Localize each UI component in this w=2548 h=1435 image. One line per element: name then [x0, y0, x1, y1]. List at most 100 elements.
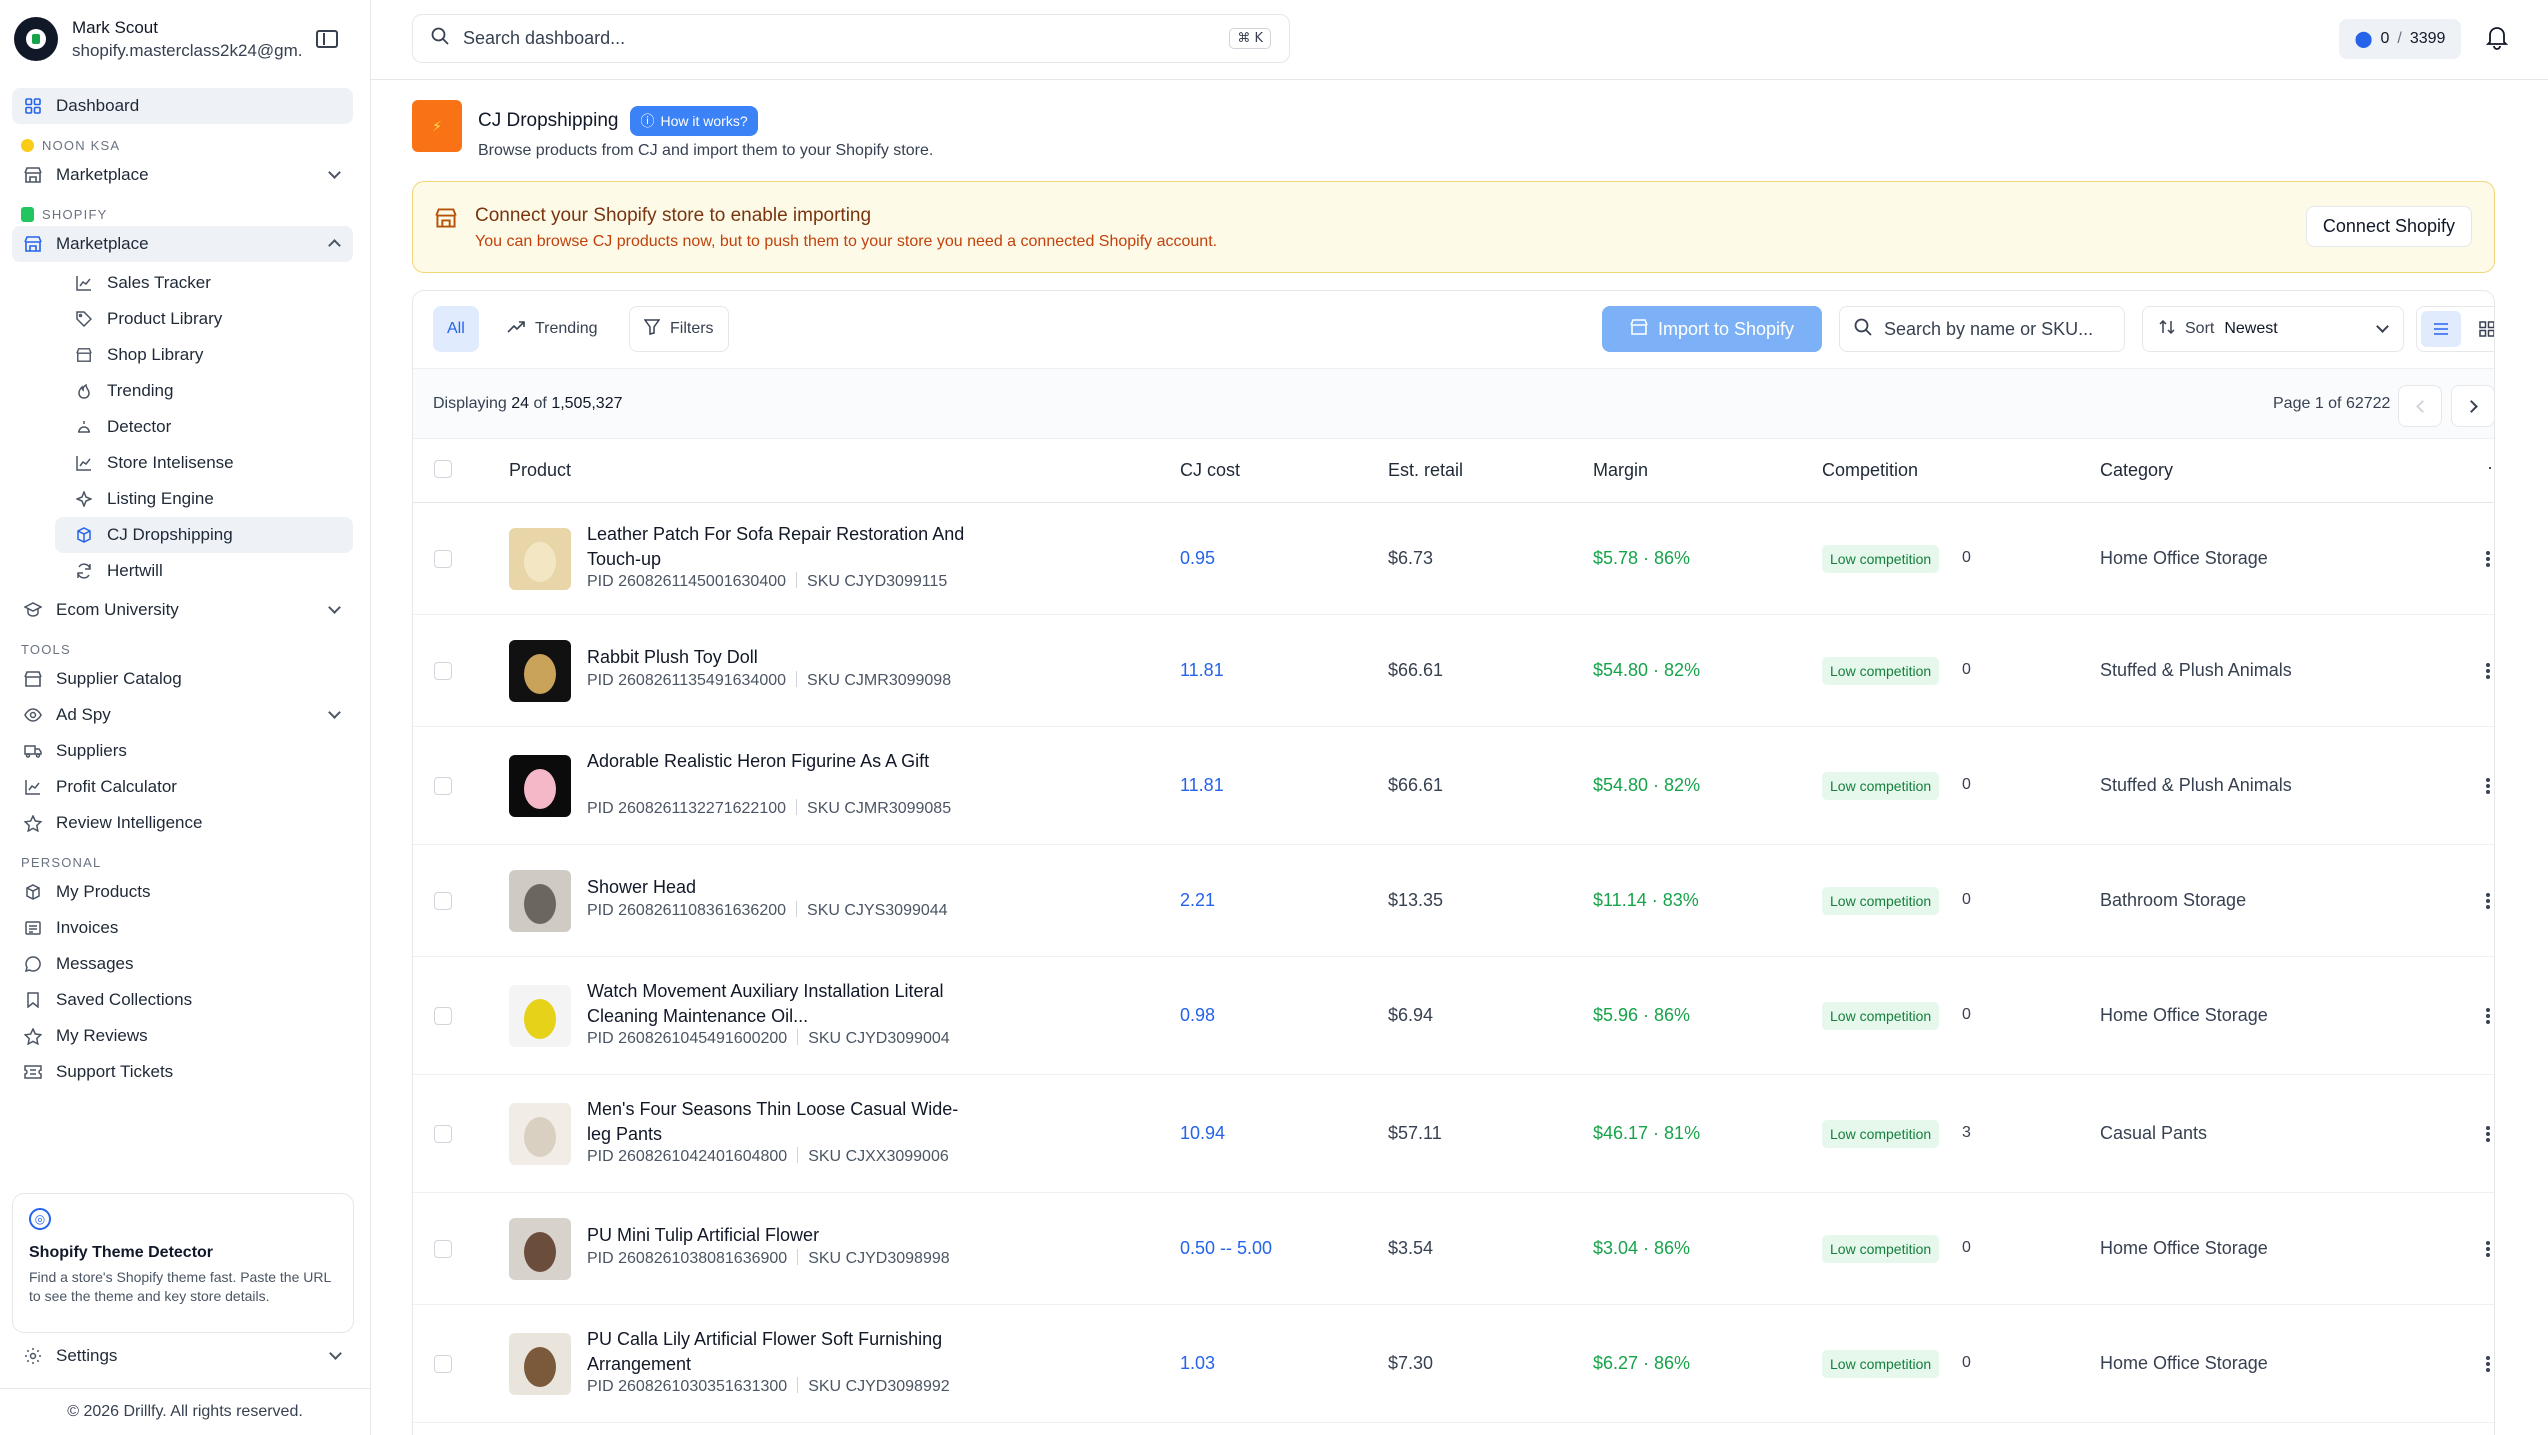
table-row[interactable]: PU Calla Lily Artificial Flower Soft Fur…: [413, 1305, 2494, 1423]
select-all-checkbox[interactable]: [434, 460, 452, 478]
chevron-down-icon: [329, 1347, 342, 1360]
product-thumbnail[interactable]: [509, 755, 571, 817]
credits-badge[interactable]: ⬤ 0 / 3399: [2339, 19, 2461, 59]
col-category[interactable]: Category: [2100, 460, 2173, 481]
table-row[interactable]: Shower Head PID 2608261108361636200 SKU C…: [413, 845, 2494, 957]
product-name[interactable]: Adorable Realistic Heron Figurine As A G…: [587, 749, 967, 774]
table-row[interactable]: Adorable Realistic Heron Figurine As A G…: [413, 727, 2494, 845]
table-row[interactable]: Rabbit Plush Toy Doll PID 26082611354916…: [413, 615, 2494, 727]
sidebar-item-sales-tracker[interactable]: Sales Tracker: [55, 265, 353, 301]
product-name[interactable]: Men's Four Seasons Thin Loose Casual Wid…: [587, 1097, 967, 1147]
product-name[interactable]: PU Mini Tulip Artificial Flower: [587, 1223, 967, 1248]
sidebar-item-shopify-marketplace[interactable]: Marketplace: [12, 226, 353, 262]
product-thumbnail[interactable]: [509, 870, 571, 932]
sidebar-item-support-tickets[interactable]: Support Tickets: [12, 1054, 353, 1090]
sidebar-item-product-library[interactable]: Product Library: [55, 301, 353, 337]
product-thumbnail[interactable]: [509, 640, 571, 702]
col-cj-cost[interactable]: CJ cost: [1180, 460, 1240, 481]
sidebar-item-trending[interactable]: Trending: [55, 373, 353, 409]
row-checkbox[interactable]: [434, 892, 452, 910]
table-row[interactable]: Men's Four Seasons Thin Loose Casual Wid…: [413, 1075, 2494, 1193]
sidebar-item-settings[interactable]: Settings: [12, 1338, 354, 1374]
sidebar-item-hertwill[interactable]: Hertwill: [55, 553, 353, 589]
sort-select[interactable]: Sort Newest: [2142, 306, 2404, 352]
search-icon: [1854, 318, 1872, 341]
user-profile[interactable]: Mark Scout shopify.masterclass2k24@gm...: [0, 0, 370, 78]
sidebar-item-my-reviews[interactable]: My Reviews: [12, 1018, 353, 1054]
theme-detector-card[interactable]: ◎ Shopify Theme Detector Find a store's …: [12, 1193, 354, 1333]
product-pid: 2608261045491600200: [618, 1030, 788, 1047]
next-page-button[interactable]: [2451, 385, 2494, 427]
product-name[interactable]: Shower Head: [587, 875, 967, 900]
col-est-retail[interactable]: Est. retail: [1388, 460, 1463, 481]
more-options-icon[interactable]: [2486, 1126, 2490, 1142]
sidebar-item-ecom-university[interactable]: Ecom University: [12, 592, 353, 628]
more-options-icon[interactable]: [2486, 663, 2490, 679]
competition-badge: Low competition: [1822, 772, 1940, 800]
row-checkbox[interactable]: [434, 550, 452, 568]
more-options-icon[interactable]: [2486, 893, 2490, 909]
sidebar-item-suppliers[interactable]: Suppliers: [12, 733, 353, 769]
sidebar-item-store-intelisense[interactable]: Store Intelisense: [55, 445, 353, 481]
more-options-icon[interactable]: [2486, 1241, 2490, 1257]
import-to-shopify-button[interactable]: Import to Shopify: [1602, 306, 1822, 352]
how-it-works-button[interactable]: ⓘ How it works?: [630, 106, 758, 136]
product-thumbnail[interactable]: [509, 528, 571, 590]
row-checkbox[interactable]: [434, 662, 452, 680]
sidebar-item-cj-dropshipping[interactable]: CJ Dropshipping: [55, 517, 353, 553]
sidebar-item-messages[interactable]: Messages: [12, 946, 353, 982]
sidebar-item-dashboard[interactable]: Dashboard: [12, 88, 353, 124]
table-row[interactable]: Watch Movement Auxiliary Installation Li…: [413, 957, 2494, 1075]
sidebar-item-review-intelligence[interactable]: Review Intelligence: [12, 805, 353, 841]
est-retail: $7.30: [1388, 1353, 1434, 1373]
col-more: ·: [2487, 457, 2493, 477]
product-name[interactable]: Leather Patch For Sofa Repair Restoratio…: [587, 522, 967, 572]
more-options-icon[interactable]: [2486, 1008, 2490, 1024]
table-row[interactable]: PU Mini Tulip Artificial Flower PID 2608…: [413, 1193, 2494, 1305]
product-search-input[interactable]: Search by name or SKU...: [1839, 306, 2125, 352]
product-name[interactable]: PU Calla Lily Artificial Flower Soft Fur…: [587, 1327, 967, 1377]
filter-all-tab[interactable]: All: [433, 306, 479, 352]
prev-page-button[interactable]: [2398, 385, 2442, 427]
more-options-icon[interactable]: [2486, 1356, 2490, 1372]
product-thumbnail[interactable]: [509, 1333, 571, 1395]
product-name[interactable]: Rabbit Plush Toy Doll: [587, 645, 967, 670]
product-thumbnail[interactable]: [509, 1218, 571, 1280]
list-view-icon[interactable]: [2421, 311, 2461, 347]
product-thumbnail[interactable]: [509, 1103, 571, 1165]
row-checkbox[interactable]: [434, 777, 452, 795]
sidebar-item-listing-engine[interactable]: Listing Engine: [55, 481, 353, 517]
sidebar-item-shop-library[interactable]: Shop Library: [55, 337, 353, 373]
row-checkbox[interactable]: [434, 1125, 452, 1143]
more-options-icon[interactable]: [2486, 778, 2490, 794]
dashboard-search-input[interactable]: Search dashboard... ⌘ K: [412, 14, 1290, 63]
row-checkbox[interactable]: [434, 1355, 452, 1373]
sidebar-item-detector[interactable]: Detector: [55, 409, 353, 445]
margin-value: $5.96 · 86%: [1593, 1005, 1691, 1025]
competition-badge: Low competition: [1822, 657, 1940, 685]
filter-trending-tab[interactable]: Trending: [493, 306, 612, 352]
sidebar-item-supplier-catalog[interactable]: Supplier Catalog: [12, 661, 353, 697]
sidebar-item-noon-marketplace[interactable]: Marketplace: [12, 157, 353, 193]
row-checkbox[interactable]: [434, 1240, 452, 1258]
row-checkbox[interactable]: [434, 1007, 452, 1025]
table-row[interactable]: Leather Patch For Sofa Repair Restoratio…: [413, 503, 2494, 615]
sidebar-item-saved-collections[interactable]: Saved Collections: [12, 982, 353, 1018]
col-competition[interactable]: Competition: [1822, 460, 1918, 481]
filters-button[interactable]: Filters: [629, 306, 729, 352]
more-options-icon[interactable]: [2486, 551, 2490, 567]
sidebar-item-invoices[interactable]: Invoices: [12, 910, 353, 946]
sidebar-item-profit-calculator[interactable]: Profit Calculator: [12, 769, 353, 805]
col-margin[interactable]: Margin: [1593, 460, 1648, 481]
product-name[interactable]: Watch Movement Auxiliary Installation Li…: [587, 979, 967, 1029]
est-retail: $66.61: [1388, 775, 1444, 795]
connect-shopify-button[interactable]: Connect Shopify: [2305, 206, 2472, 247]
trending-icon: [507, 320, 525, 338]
grid-view-icon[interactable]: [2467, 311, 2494, 347]
product-thumbnail[interactable]: [509, 985, 571, 1047]
col-product[interactable]: Product: [509, 460, 571, 481]
sidebar-collapse-icon[interactable]: [316, 30, 338, 48]
sidebar-item-ad-spy[interactable]: Ad Spy: [12, 697, 353, 733]
sidebar-item-my-products[interactable]: My Products: [12, 874, 353, 910]
bell-icon[interactable]: [2485, 24, 2509, 50]
